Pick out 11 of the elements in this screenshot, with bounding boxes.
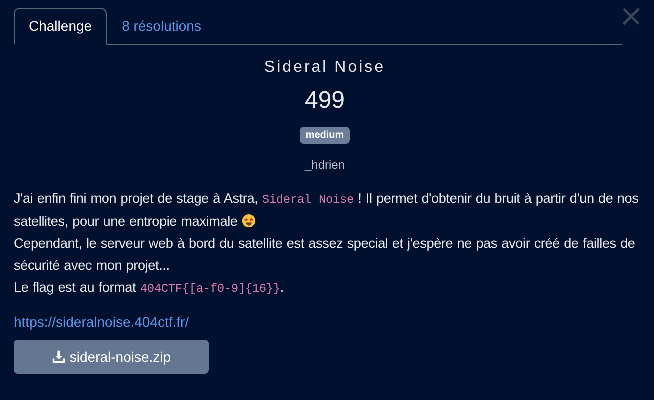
download-icon xyxy=(52,350,66,364)
description-text: J'ai enfin fini mon projet de stage à Astra, Sideral Noise ! Il permet d'obtenir du bruit à partir d'un de nos satellites, pour une entropie maximale Cependant, le serveur web à bord du satellite est assez special et j'espère ne pas avoir créé de failles de sécurité avec mon projet... Le flag est au format 404CTF{[a-f0-9]{16}}. xyxy=(14,190,640,298)
tab[interactable]: Challenge xyxy=(14,8,108,45)
tab[interactable]: 8 résolutions xyxy=(107,8,216,45)
challenge-link[interactable]: https://sideralnoise.404ctf.fr/ xyxy=(14,314,190,330)
star-struck-emoji-icon xyxy=(242,214,256,228)
challenge-title: Sideral Noise xyxy=(264,59,386,77)
difficulty-badge: medium xyxy=(300,127,350,144)
points-value: 499 xyxy=(304,87,346,115)
author-name: _hdrien xyxy=(304,158,346,172)
download-button[interactable]: sideral-noise.zip xyxy=(14,340,209,374)
